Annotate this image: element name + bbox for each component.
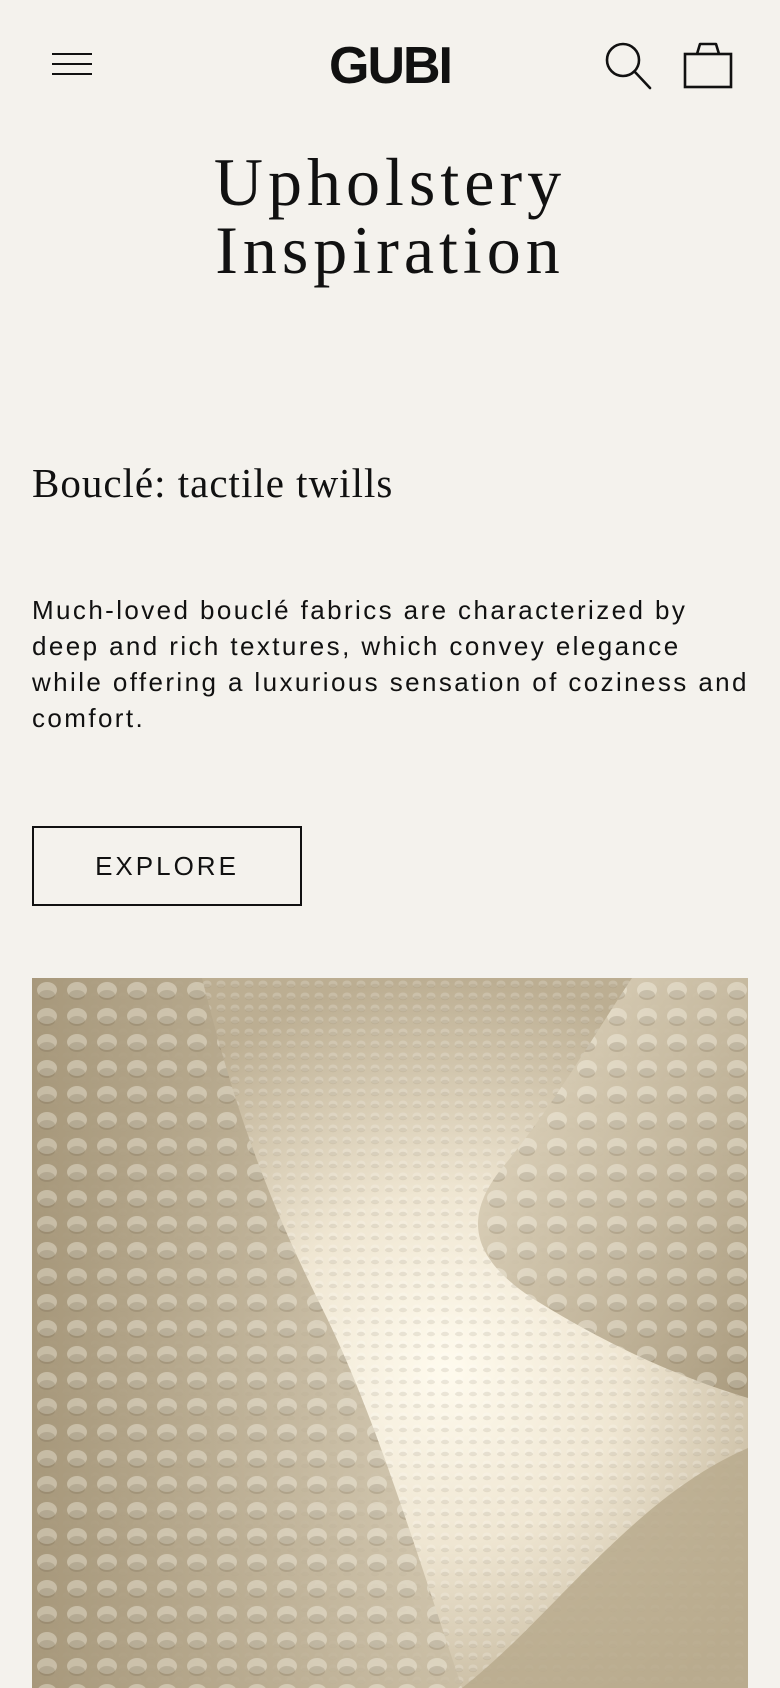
boucle-fabric-image bbox=[32, 978, 748, 1688]
top-bar: GUBI bbox=[0, 0, 780, 130]
section-heading: Bouclé: tactile twills bbox=[32, 460, 394, 506]
search-icon bbox=[605, 42, 652, 90]
brand-logo[interactable]: GUBI bbox=[0, 36, 780, 96]
page: GUBI Upholstery Inspiration Bouclé: tact… bbox=[0, 0, 780, 1688]
fabric-photo bbox=[32, 978, 748, 1688]
search-button[interactable] bbox=[600, 38, 656, 94]
section-description: Much-loved bouclé fabrics are characteri… bbox=[32, 595, 749, 733]
page-title-line-2: Inspiration bbox=[215, 212, 565, 288]
explore-button[interactable]: EXPLORE bbox=[32, 826, 302, 906]
cart-button[interactable] bbox=[682, 38, 734, 94]
page-title-line-1: Upholstery bbox=[213, 144, 567, 220]
page-title: Upholstery Inspiration bbox=[0, 148, 780, 284]
shopping-bag-icon bbox=[683, 42, 733, 89]
